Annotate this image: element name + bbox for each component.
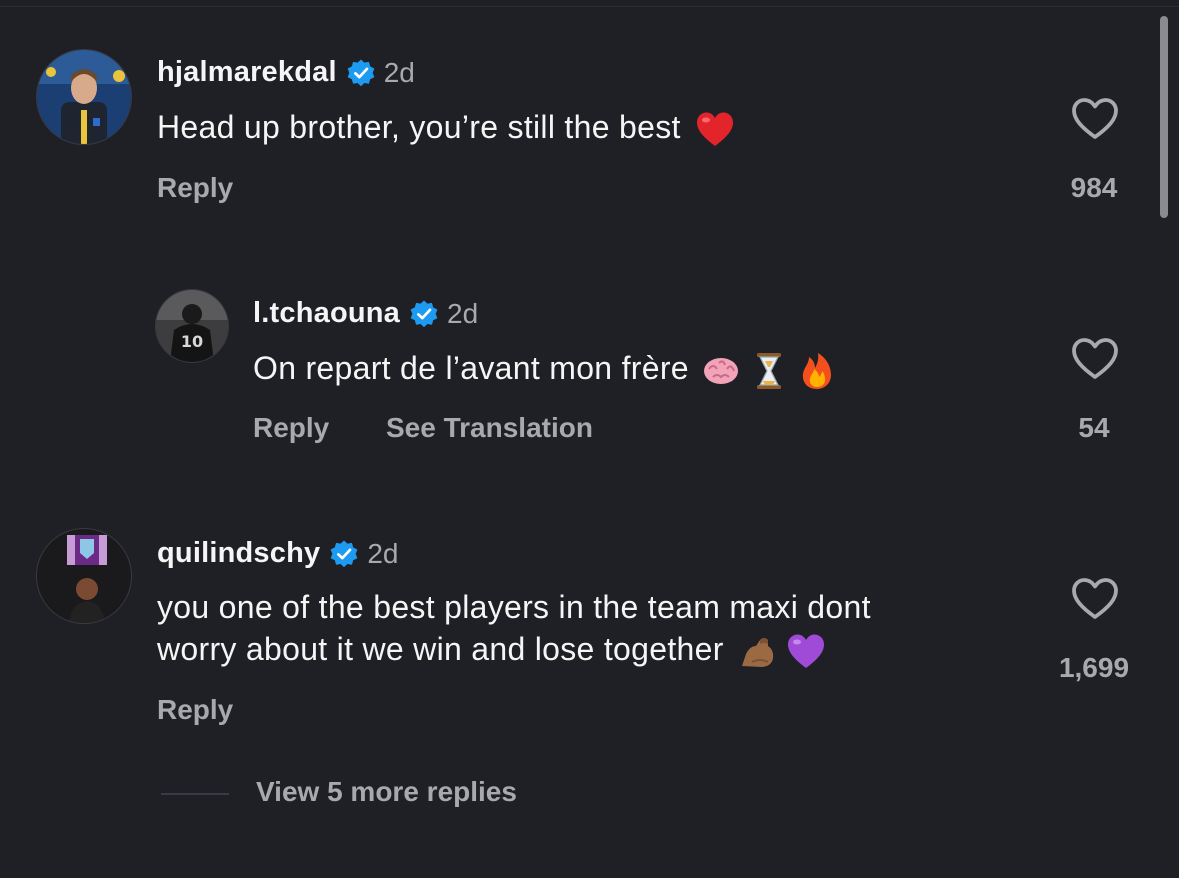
- view-more-divider: [161, 793, 229, 795]
- purple-heart-icon: [786, 632, 826, 672]
- comment-text-line: worry about it we win and lose together: [157, 628, 1037, 672]
- timestamp: 2d: [367, 537, 399, 569]
- comment-header: hjalmarekdal 2d: [157, 56, 415, 89]
- hourglass-icon: [749, 351, 789, 391]
- see-translation-button[interactable]: See Translation: [386, 412, 593, 444]
- scrollbar[interactable]: [1160, 16, 1168, 218]
- avatar-image: 10: [156, 290, 228, 362]
- verified-badge-icon: [329, 539, 359, 569]
- comment-text-content: On repart de l’avant mon frère: [253, 350, 689, 386]
- like-count: 54: [1078, 412, 1110, 443]
- reply-button[interactable]: Reply: [157, 694, 233, 726]
- comment-text: On repart de l’avant mon frère: [253, 347, 837, 391]
- verified-badge-icon: [409, 299, 439, 329]
- timestamp: 2d: [383, 56, 415, 88]
- verified-badge-icon: [346, 58, 376, 88]
- comment-text: Head up brother, you’re still the best: [157, 106, 735, 150]
- comment-text-content: worry about it we win and lose together: [157, 631, 724, 667]
- brain-icon: [701, 351, 741, 391]
- avatar-image: [37, 50, 131, 144]
- comment-text: you one of the best players in the team …: [157, 586, 1037, 672]
- reply-button[interactable]: Reply: [157, 172, 233, 204]
- comment-text-content: Head up brother, you’re still the best: [157, 109, 681, 145]
- fire-icon: [797, 351, 837, 391]
- heart-icon[interactable]: [1071, 337, 1119, 381]
- username[interactable]: quilindschy: [157, 537, 320, 570]
- comment-text-line: you one of the best players in the team …: [157, 589, 871, 625]
- heart-icon[interactable]: [1071, 577, 1119, 621]
- avatar[interactable]: 10: [156, 290, 228, 362]
- like-count: 984: [1070, 172, 1118, 203]
- jersey-number: 10: [181, 332, 203, 351]
- red-heart-icon: [695, 110, 735, 150]
- comment-header: l.tchaouna 2d: [253, 297, 478, 330]
- reply-button[interactable]: Reply: [253, 412, 329, 444]
- avatar[interactable]: [37, 529, 131, 623]
- comment-header: quilindschy 2d: [157, 537, 399, 570]
- top-divider: [0, 6, 1179, 7]
- heart-icon[interactable]: [1071, 97, 1119, 141]
- flexed-biceps-icon: [738, 632, 778, 672]
- timestamp: 2d: [447, 297, 479, 329]
- username[interactable]: hjalmarekdal: [157, 56, 337, 89]
- like-count: 1,699: [1058, 652, 1130, 683]
- view-more-replies-button[interactable]: View 5 more replies: [256, 776, 517, 808]
- username[interactable]: l.tchaouna: [253, 297, 400, 330]
- avatar[interactable]: [37, 50, 131, 144]
- avatar-image: [37, 529, 131, 623]
